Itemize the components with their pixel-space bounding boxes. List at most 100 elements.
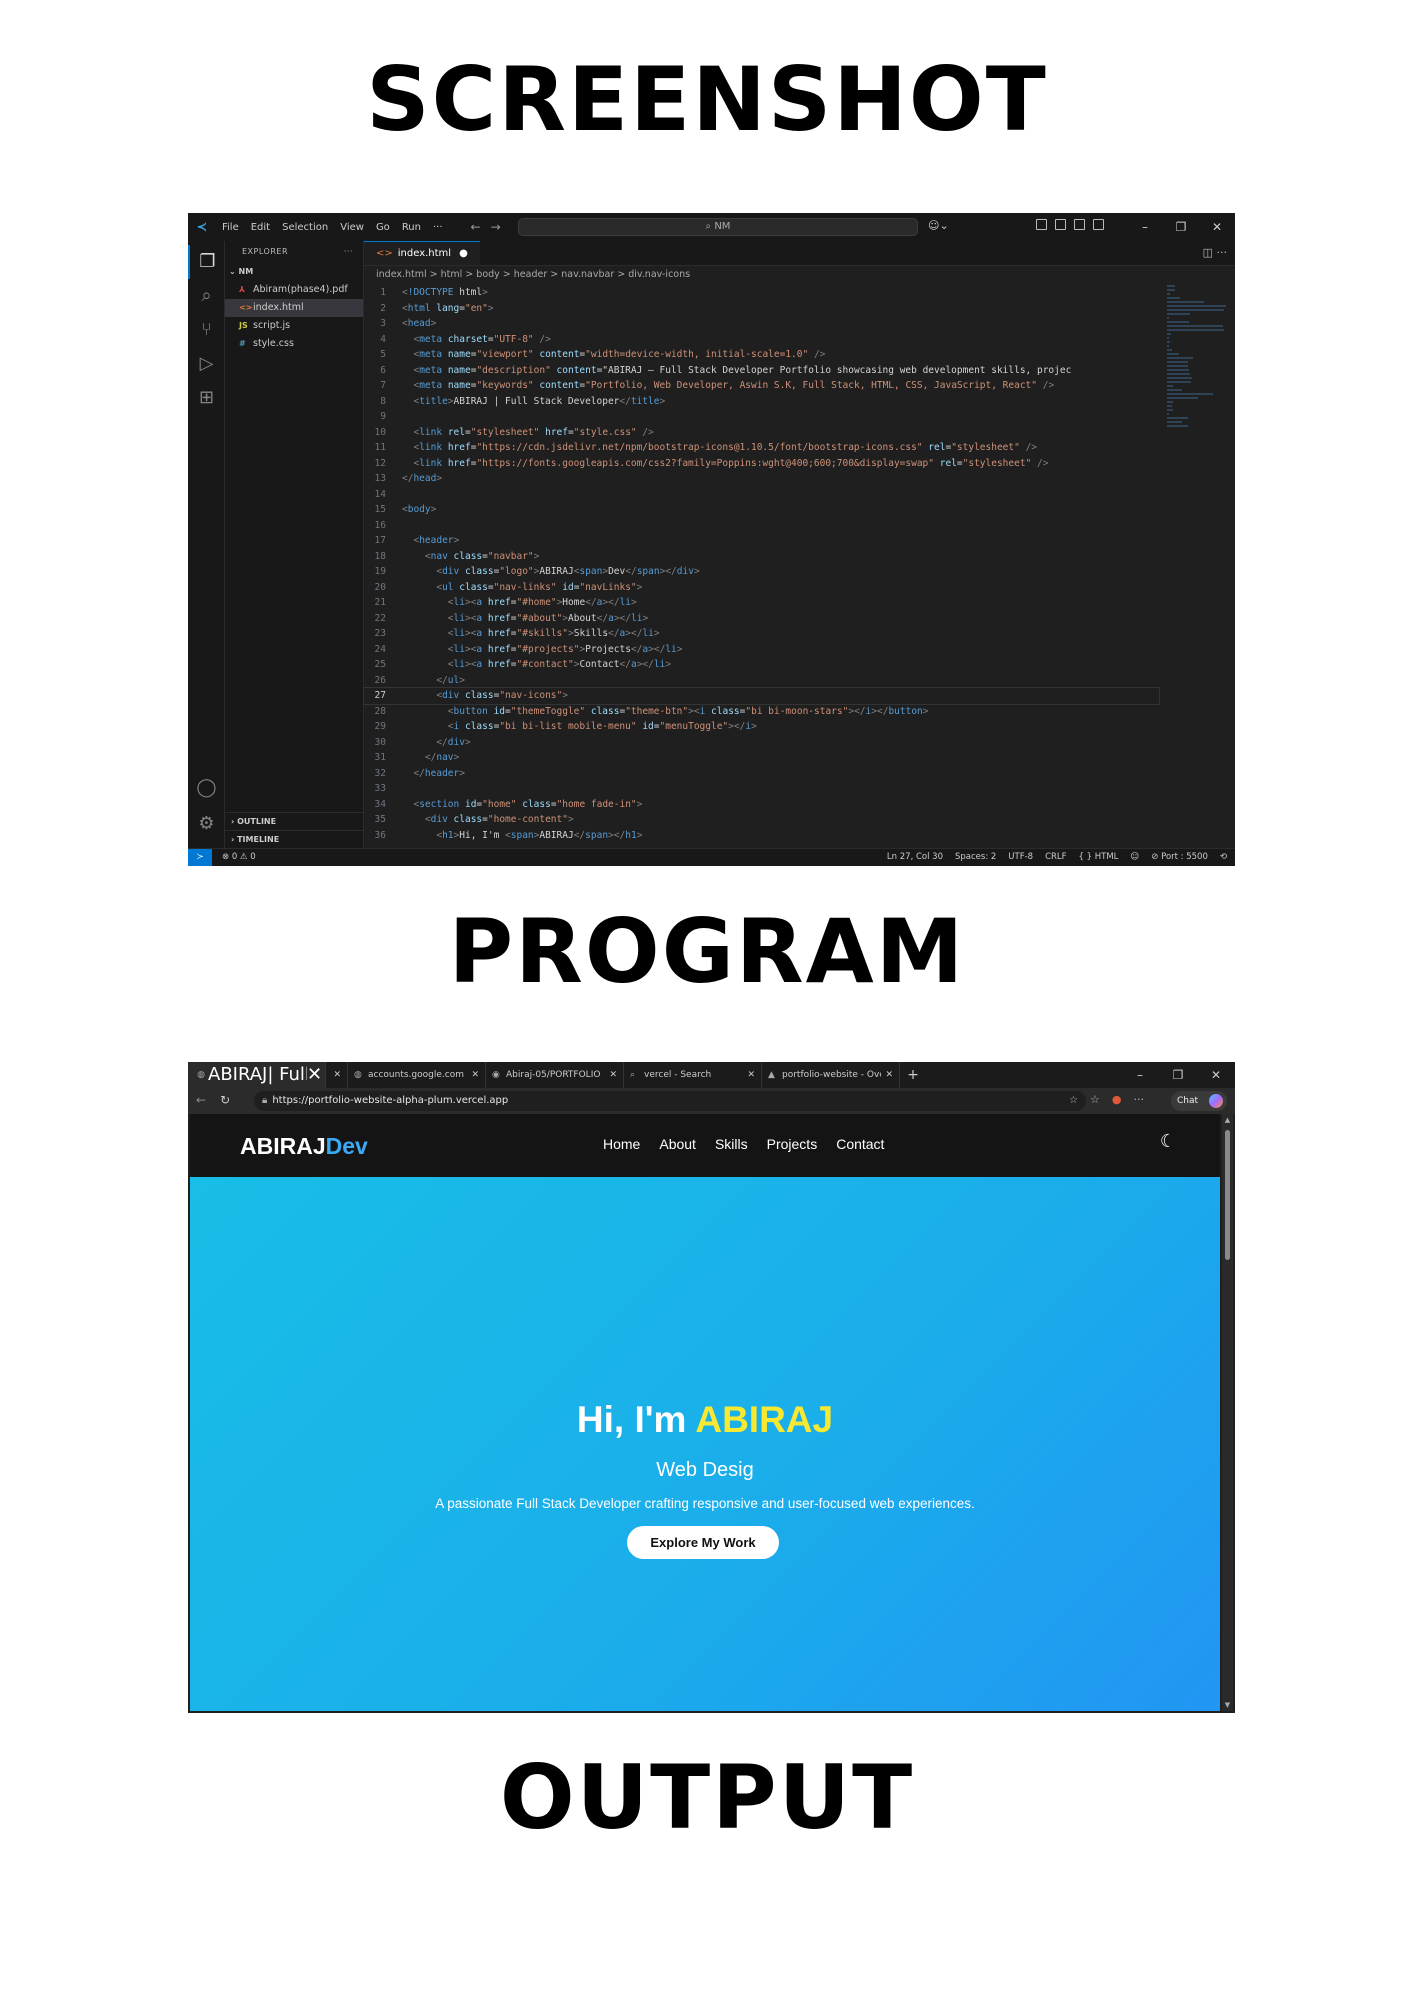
forward-arrow-icon[interactable]: → (491, 220, 501, 234)
more-menu-icon[interactable]: ··· (1133, 1093, 1144, 1106)
back-arrow-icon[interactable]: ← (196, 1093, 206, 1107)
nav-link-projects[interactable]: Projects (767, 1136, 818, 1152)
code-line[interactable]: 15 <body> (364, 502, 1159, 518)
browser-tab[interactable]: ◉ Abiraj-05/PORTFOLIO ✕ (486, 1062, 624, 1088)
tab-index-html[interactable]: <> index.html ● (364, 241, 480, 265)
close-icon[interactable]: ✕ (1199, 213, 1235, 241)
code-line[interactable]: 16 (364, 518, 1159, 534)
live-server-port[interactable]: ⊘ Port : 5500 (1151, 849, 1208, 866)
code-line[interactable]: 19 <div class="logo">ABIRAJ<span>Dev</sp… (364, 564, 1159, 580)
code-line[interactable]: 9 (364, 409, 1159, 425)
nav-link-about[interactable]: About (659, 1136, 696, 1152)
nav-link-skills[interactable]: Skills (715, 1136, 748, 1152)
code-line[interactable]: 12 <link href="https://fonts.googleapis.… (364, 456, 1159, 472)
favorites-icon[interactable]: ☆ (1090, 1093, 1100, 1106)
copilot-status-icon[interactable]: ☺ (1130, 849, 1139, 866)
command-center-search[interactable]: ⌕ NM (518, 218, 918, 236)
file-item-style-css[interactable]: # style.css (225, 335, 363, 353)
moon-stars-icon[interactable]: ☾ (1160, 1131, 1176, 1152)
copilot-chat-button[interactable]: Chat (1171, 1091, 1227, 1111)
notifications-icon[interactable]: ⟲ (1220, 849, 1227, 866)
menu-item[interactable]: Go (370, 222, 396, 233)
profile-avatar-icon[interactable]: ● (1112, 1093, 1122, 1106)
encoding[interactable]: UTF-8 (1008, 849, 1033, 866)
browser-tab[interactable]: ⌕ vercel - Search ✕ (624, 1062, 762, 1088)
code-line[interactable]: 5 <meta name="viewport" content="width=d… (364, 347, 1159, 363)
site-logo[interactable]: ABIRAJDev (240, 1133, 368, 1160)
code-line[interactable]: 31 </nav> (364, 750, 1159, 766)
code-line[interactable]: 4 <meta charset="UTF-8" /> (364, 332, 1159, 348)
file-item-index-html[interactable]: <>index.html (225, 299, 363, 317)
code-line[interactable]: 13 </head> (364, 471, 1159, 487)
timeline-section[interactable]: › TIMELINE (225, 830, 363, 848)
minimap[interactable] (1167, 285, 1227, 845)
line-ending[interactable]: CRLF (1045, 849, 1066, 866)
new-tab-icon[interactable]: + (900, 1067, 926, 1083)
extensions-icon[interactable]: ⊞ (188, 381, 225, 415)
code-line[interactable]: 33 (364, 781, 1159, 797)
code-line[interactable]: 34 <section id="home" class="home fade-i… (364, 797, 1159, 813)
settings-gear-icon[interactable]: ⚙ (188, 807, 225, 841)
code-line[interactable]: 8 <title>ABIRAJ | Full Stack Developer</… (364, 394, 1159, 410)
scroll-thumb[interactable] (1225, 1130, 1230, 1260)
lock-icon[interactable]: 🔒︎ (262, 1095, 267, 1106)
file-item-pdf[interactable]: ⅄ Abiram(phase4).pdf (225, 281, 363, 299)
folder-nm[interactable]: ⌄ NM (225, 263, 363, 281)
scroll-up-icon[interactable]: ▲ (1222, 1116, 1233, 1124)
tab-close-icon[interactable]: ✕ (467, 1062, 479, 1088)
code-line[interactable]: 27 <div class="nav-icons"> (363, 687, 1160, 705)
close-icon[interactable]: ✕ (1197, 1062, 1235, 1088)
account-icon[interactable]: ◯ (188, 771, 225, 805)
restore-icon[interactable]: ❐ (1163, 213, 1199, 241)
panel-toggle-icon[interactable] (1074, 219, 1085, 230)
tab-close-icon[interactable]: ✕ (605, 1062, 617, 1088)
code-line[interactable]: 32 </header> (364, 766, 1159, 782)
back-arrow-icon[interactable]: ← (471, 220, 481, 234)
nav-link-home[interactable]: Home (603, 1136, 640, 1152)
code-line[interactable]: 10 <link rel="stylesheet" href="style.cs… (364, 425, 1159, 441)
run-debug-icon[interactable]: ▷ (188, 347, 225, 381)
code-line[interactable]: 25 <li><a href="#contact">Contact</a></l… (364, 657, 1159, 673)
favorite-star-icon[interactable]: ☆ (1069, 1091, 1078, 1111)
code-line[interactable]: 26 </ul> (364, 673, 1159, 689)
code-line[interactable]: 2 <html lang="en"> (364, 301, 1159, 317)
refresh-icon[interactable]: ↻ (220, 1093, 230, 1107)
tab-close-icon[interactable]: ✕ (329, 1062, 341, 1088)
layout-toggle-icon[interactable] (1036, 219, 1047, 230)
search-icon[interactable]: ⌕ (188, 279, 225, 313)
browser-tab[interactable]: ◍ accounts.google.com ✕ (348, 1062, 486, 1088)
code-line[interactable]: 3 <head> (364, 316, 1159, 332)
menu-item[interactable]: View (334, 222, 370, 233)
minimize-icon[interactable]: – (1127, 213, 1163, 241)
code-line[interactable]: 18 <nav class="navbar"> (364, 549, 1159, 565)
tab-close-icon[interactable]: ✕ (743, 1062, 755, 1088)
code-line[interactable]: 11 <link href="https://cdn.jsdelivr.net/… (364, 440, 1159, 456)
outline-section[interactable]: › OUTLINE (225, 812, 363, 830)
code-line[interactable]: 28 <button id="themeToggle" class="theme… (364, 704, 1159, 720)
restore-icon[interactable]: ❐ (1159, 1062, 1197, 1088)
code-line[interactable]: 29 <i class="bi bi-list mobile-menu" id=… (364, 719, 1159, 735)
more-actions-icon[interactable]: ··· (344, 241, 353, 263)
source-control-icon[interactable]: ⑂ (188, 313, 225, 347)
code-line[interactable]: 24 <li><a href="#projects">Projects</a><… (364, 642, 1159, 658)
browser-tab[interactable]: ◍ABIRAJ| Full Stack Developer✕ (188, 1062, 326, 1088)
nav-link-contact[interactable]: Contact (836, 1136, 884, 1152)
code-line[interactable]: 7 <meta name="keywords" content="Portfol… (364, 378, 1159, 394)
sidebar-toggle-icon[interactable] (1055, 219, 1066, 230)
unsaved-dot-icon[interactable]: ● (459, 248, 468, 259)
code-editor[interactable]: 1 <!DOCTYPE html> 2 <html lang="en"> 3 <head>… (363, 285, 1160, 844)
menu-item[interactable]: Run (396, 222, 427, 233)
code-line[interactable]: 21 <li><a href="#home">Home</a></li> (364, 595, 1159, 611)
code-line[interactable]: 20 <ul class="nav-links" id="navLinks"> (364, 580, 1159, 596)
menu-item[interactable]: Edit (245, 222, 276, 233)
code-line[interactable]: 17 <header> (364, 533, 1159, 549)
scroll-down-icon[interactable]: ▼ (1222, 1701, 1233, 1709)
problems-indicator[interactable]: ⊗ 0 ⚠ 0 (222, 849, 256, 866)
tab-close-icon[interactable]: ✕ (307, 1062, 322, 1088)
code-line[interactable]: 6 <meta name="description" content="ABIR… (364, 363, 1159, 379)
menu-item[interactable]: Selection (276, 222, 334, 233)
code-line[interactable]: 22 <li><a href="#about">About</a></li> (364, 611, 1159, 627)
file-item-script-js[interactable]: JS script.js (225, 317, 363, 335)
code-line[interactable]: 36 <h1>Hi, I'm <span>ABIRAJ</span></h1> (364, 828, 1159, 844)
page-scrollbar[interactable]: ▲ ▼ (1222, 1114, 1233, 1711)
